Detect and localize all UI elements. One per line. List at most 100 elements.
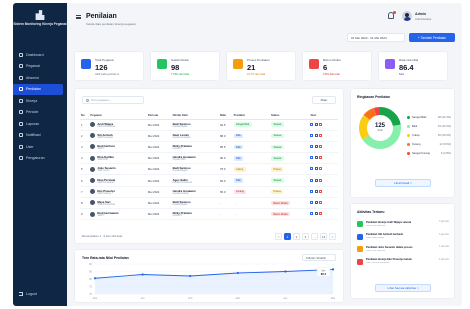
y-tick-label: 85 — [89, 270, 92, 274]
edit-icon[interactable] — [314, 122, 318, 126]
search-input[interactable]: Cari pegawai... — [82, 96, 144, 104]
sidebar-item-dashboard[interactable]: Dashboard — [13, 49, 67, 61]
stat-note: 4.8% dari total — [323, 73, 340, 76]
employee-cell: Siti Aminah Staff Keuangan — [89, 130, 147, 142]
summary-detail-button[interactable]: Lihat Detail > — [375, 179, 431, 187]
donut-center: 125 Total — [357, 123, 403, 132]
delete-icon[interactable] — [319, 200, 323, 204]
sidebar-item-pegawai[interactable]: Pegawai — [13, 61, 67, 73]
edit-icon[interactable] — [314, 189, 318, 193]
rater-role: Kepala Keuangan — [172, 136, 191, 139]
view-icon[interactable] — [310, 156, 314, 160]
legend-label: Baik — [412, 125, 418, 128]
activity-item[interactable]: Penilaian kinerja Andi Wijaya selesai Ole… — [357, 220, 449, 233]
status-cell: Selesai — [269, 174, 310, 187]
sidebar-item-absensi[interactable]: Absensi — [13, 72, 67, 84]
all-activity-button[interactable]: Lihat Semua Aktivitas > — [375, 284, 431, 292]
view-icon[interactable] — [310, 167, 314, 171]
sidebar-item-kinerja[interactable]: Kinerja — [13, 95, 67, 107]
stat-value: 98 — [171, 63, 180, 72]
delete-icon[interactable] — [319, 122, 323, 126]
page-button[interactable]: 3 — [302, 233, 309, 240]
delete-icon[interactable] — [319, 144, 323, 148]
edit-icon[interactable] — [314, 133, 318, 137]
edit-icon[interactable] — [314, 212, 318, 216]
stat-card: Belum Dinilai 6 4.8% dari total — [303, 52, 371, 80]
row-number: 6 — [80, 174, 90, 187]
table-row[interactable]: 1 Andi Wijaya Staff Administrasi Mei 2024 Bu… — [80, 119, 338, 131]
delete-icon[interactable] — [319, 167, 323, 171]
page-button[interactable]: > — [329, 233, 336, 240]
view-icon[interactable] — [310, 200, 314, 204]
page-button[interactable]: 1 — [284, 233, 291, 240]
stat-card: Total Pegawai 126 Aktif pada periode ini — [75, 52, 143, 80]
sidebar-item-user[interactable]: User — [13, 141, 67, 153]
sidebar-item-penilaian[interactable]: Penilaian — [13, 83, 63, 95]
sidebar-item-periode[interactable]: Periode — [13, 107, 67, 119]
stat-label: Proses Penilaian — [247, 58, 270, 62]
page-button[interactable]: 14 — [320, 233, 327, 240]
view-icon[interactable] — [310, 189, 314, 193]
activity-time: 5 jam lalu — [439, 221, 449, 223]
menu-icon[interactable] — [76, 15, 81, 19]
table-header-row: No Pegawai Periode Dinilai Oleh Nilai Predika… — [80, 111, 338, 120]
rater-role: Kepala SDM — [172, 159, 186, 162]
view-icon[interactable] — [310, 178, 314, 182]
edit-icon[interactable] — [314, 178, 318, 182]
legend-item: Sangat Baik 28 (22.4%) — [407, 113, 451, 122]
score-cell: 88.0 — [218, 130, 233, 142]
avatar — [90, 144, 96, 150]
avatar[interactable] — [402, 11, 412, 21]
legend-item: Cukup 25 (20.0%) — [407, 131, 451, 140]
view-icon[interactable] — [310, 212, 314, 216]
table-row[interactable]: 3 Budi Hartono Staff IT Mei 2024 Rizky Prata… — [80, 141, 338, 154]
edit-icon[interactable] — [314, 144, 318, 148]
home-icon — [19, 52, 23, 57]
table-body: 1 Andi Wijaya Staff Administrasi Mei 2024 Bu… — [80, 119, 338, 221]
delete-icon[interactable] — [319, 178, 323, 182]
edit-icon[interactable] — [314, 156, 318, 160]
view-icon[interactable] — [310, 133, 314, 137]
logout-button[interactable]: Logout — [19, 292, 37, 296]
legend-label: Cukup — [412, 134, 420, 137]
grade-badge: Baik — [233, 178, 244, 183]
page-button[interactable]: ... — [311, 233, 318, 240]
delete-icon[interactable] — [319, 133, 323, 137]
view-icon[interactable] — [310, 144, 314, 148]
activity-time: 2 hari lalu — [439, 258, 449, 261]
page-button[interactable]: 2 — [293, 233, 300, 240]
table-row[interactable]: 4 Rina Kartika Staff SDM Mei 2024 Hendra Gun… — [80, 152, 338, 165]
delete-icon[interactable] — [319, 156, 323, 160]
table-row[interactable]: 9 Rudi Hermawan Staff IT Mei 2024 Rizky Prat… — [80, 208, 338, 221]
filter-button[interactable]: Filter — [312, 96, 336, 104]
table-row[interactable]: 8 Maya Sari Staff Administrasi Mei 2024 Budi… — [80, 197, 338, 210]
delete-icon[interactable] — [319, 212, 323, 216]
legend-label: Sangat Baik — [412, 116, 427, 119]
table-row[interactable]: 2 Siti Aminah Staff Keuangan Mei 2024 Dewi L… — [80, 130, 338, 142]
page-subtitle: Kelola data penilaian kinerja pegawai — [86, 22, 136, 26]
clock-icon — [233, 59, 243, 69]
delete-icon[interactable] — [319, 189, 323, 193]
sidebar-item-pengaturan[interactable]: Pengaturan — [13, 153, 67, 165]
table-row[interactable]: 7 Eko Prasetyo Staff Gudang Mei 2024 Hendra … — [80, 186, 338, 198]
activity-item[interactable]: Penilaian Siti Aminah berhasil Oleh Dewi … — [357, 233, 449, 246]
status-badge: Proses — [270, 167, 284, 172]
sidebar-item-notifikasi[interactable]: Notifikasi — [13, 130, 67, 142]
add-assessment-button[interactable]: + Tambah Penilaian — [409, 33, 455, 42]
status-cell: Selesai — [269, 152, 310, 165]
status-cell: Belum Dinilai — [269, 197, 310, 210]
table-row[interactable]: 5 Joko Susanto Staff Umum Mei 2024 Budi Sant… — [80, 163, 338, 176]
activity-item[interactable]: Penilaian Joko Susanto dalam proses Oleh … — [357, 245, 449, 258]
status-badge: Selesai — [270, 144, 284, 150]
table-row[interactable]: 6 Dian Permata Staff Pemasaran Mei 2024 Agus… — [80, 174, 338, 187]
employee-info: Eko Prasetyo Staff Gudang — [97, 189, 115, 195]
page-button[interactable]: < — [275, 233, 282, 240]
employee-role: Staff IT — [97, 215, 105, 218]
edit-icon[interactable] — [314, 200, 318, 204]
sidebar-item-laporan[interactable]: Laporan — [13, 118, 67, 130]
y-tick-label: 70 — [89, 292, 92, 296]
activity-item[interactable]: Penilaian kinerja Eko Prasetyo belum Oleh… — [357, 258, 449, 271]
edit-icon[interactable] — [314, 167, 318, 171]
date-range-picker[interactable]: 01 Mei 2024 - 31 Mei 2024 — [347, 33, 405, 42]
view-icon[interactable] — [310, 122, 314, 126]
